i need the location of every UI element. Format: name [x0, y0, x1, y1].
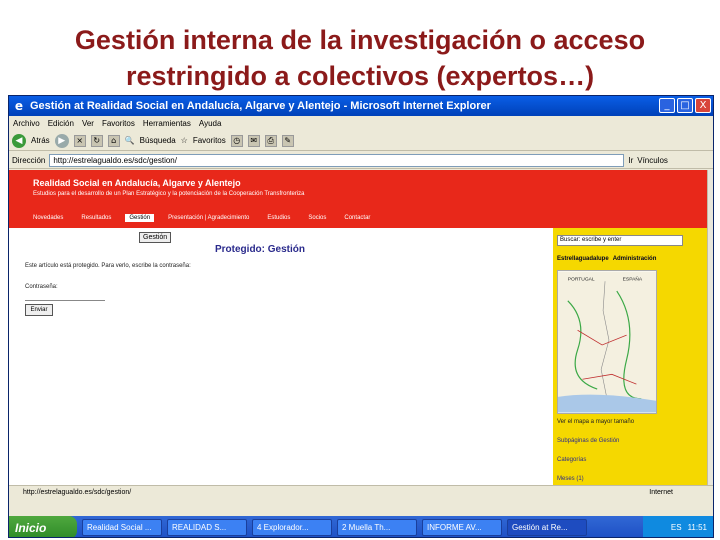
minimize-button[interactable]: _ [659, 98, 675, 113]
slide-title-line1: Gestión interna de la investigación o ac… [74, 25, 646, 55]
address-bar: Dirección http://estrelagualdo.es/sdc/ge… [9, 152, 713, 169]
browser-window: e Gestión at Realidad Social en Andalucí… [8, 95, 714, 538]
search-icon[interactable]: 🔍 [125, 136, 135, 145]
menu-item-ayuda[interactable]: Ayuda [199, 119, 222, 128]
sidebar-heading-meses: Meses (1) [557, 476, 584, 482]
taskbar: Inicio Realidad Social ... REALIDAD S...… [9, 516, 713, 537]
nav-item-socios[interactable]: Socios [304, 214, 330, 222]
status-bar: http://estrelagualdo.es/sdc/gestion/ Int… [9, 485, 713, 499]
page-viewport: Realidad Social en Andalucía, Algarve y … [9, 170, 707, 485]
menu-bar: Archivo Edición Ver Favoritos Herramient… [9, 116, 713, 131]
sidebar-search-input[interactable]: Buscar: escribe y enter [557, 235, 683, 246]
map-label-portugal: PORTUGAL [568, 276, 595, 282]
map-label-espana: ESPAÑA [623, 275, 643, 282]
maximize-button[interactable]: □ [677, 98, 693, 113]
password-input[interactable] [25, 293, 105, 301]
vertical-scrollbar[interactable] [707, 170, 713, 485]
menu-item-favoritos[interactable]: Favoritos [102, 119, 135, 128]
language-indicator[interactable]: ES [671, 523, 682, 532]
address-input[interactable]: http://estrelagualdo.es/sdc/gestion/ [49, 153, 625, 167]
task-button-5[interactable]: INFORME AV... [422, 519, 502, 536]
menu-item-ver[interactable]: Ver [82, 119, 94, 128]
clock[interactable]: 11:51 [688, 523, 707, 532]
back-button-label[interactable]: Atrás [31, 136, 50, 145]
status-url: http://estrelagualdo.es/sdc/gestion/ [23, 489, 132, 496]
stop-icon[interactable]: × [73, 134, 86, 147]
task-button-4[interactable]: 2 Muella Th... [337, 519, 417, 536]
sidebar-heading-subpaginas: Subpáginas de Gestión [557, 438, 620, 444]
window-title: Gestión at Realidad Social en Andalucía,… [30, 100, 491, 112]
task-button-3[interactable]: 4 Explorador... [252, 519, 332, 536]
site-subtitle: Estudios para el desarrollo de un Plan E… [33, 191, 305, 197]
links-label[interactable]: Vínculos [637, 156, 668, 165]
site-banner: Realidad Social en Andalucía, Algarve y … [9, 170, 707, 228]
sidebar-link-admin[interactable]: Administración [613, 256, 657, 262]
site-title[interactable]: Realidad Social en Andalucía, Algarve y … [33, 178, 241, 188]
system-tray: ES 11:51 [643, 516, 713, 537]
password-label: Contraseña: [25, 284, 58, 290]
sidebar: Buscar: escribe y enter Estrellaguadalup… [553, 228, 707, 485]
slide-title-line2: restringido a colectivos (expertos…) [125, 61, 595, 91]
slide-title: Gestión interna de la investigación o ac… [0, 22, 720, 94]
edit-icon[interactable]: ✎ [281, 134, 294, 147]
browser-toolbar: ◀ Atrás ▶ × ↻ ⌂ 🔍 Búsqueda ☆ Favoritos ◷… [9, 131, 713, 151]
status-zone: Internet [649, 489, 673, 496]
favorites-star-icon[interactable]: ☆ [181, 136, 188, 145]
protected-message: Este artículo está protegido. Para verlo… [25, 263, 191, 269]
nav-item-presentacion[interactable]: Presentación | Agradecimiento [164, 214, 253, 222]
menu-item-archivo[interactable]: Archivo [13, 119, 40, 128]
close-button[interactable]: X [695, 98, 711, 113]
nav-item-estudios[interactable]: Estudios [263, 214, 294, 222]
go-button[interactable]: Ir [628, 156, 633, 165]
sidebar-links: Estrellaguadalupe Administración [557, 256, 656, 262]
submit-button[interactable]: Enviar [25, 304, 53, 316]
task-button-1[interactable]: Realidad Social ... [82, 519, 162, 536]
task-button-6[interactable]: Gestión at Re... [507, 519, 587, 536]
search-button-label[interactable]: Búsqueda [140, 136, 176, 145]
forward-arrow-icon[interactable]: ▶ [54, 133, 69, 148]
sidebar-link-estrella[interactable]: Estrellaguadalupe [557, 256, 609, 262]
print-icon[interactable]: ⎙ [264, 134, 277, 147]
history-icon[interactable]: ◷ [230, 134, 243, 147]
map-caption-link[interactable]: Ver el mapa a mayor tamaño [557, 419, 634, 425]
window-controls: _ □ X [659, 98, 711, 113]
nav-item-gestion[interactable]: Gestión [125, 213, 155, 222]
nav-item-resultados[interactable]: Resultados [77, 214, 115, 222]
menu-item-herramientas[interactable]: Herramientas [143, 119, 191, 128]
sidebar-heading-categorias: Categorías [557, 457, 587, 463]
ie-logo-icon: e [14, 99, 24, 113]
nav-item-novedades[interactable]: Novedades [29, 214, 67, 222]
gestion-button[interactable]: Gestión [139, 232, 172, 243]
favorites-button-label[interactable]: Favoritos [193, 136, 226, 145]
window-titlebar[interactable]: e Gestión at Realidad Social en Andalucí… [9, 96, 713, 116]
task-button-2[interactable]: REALIDAD S... [167, 519, 247, 536]
page-heading: Protegido: Gestión [215, 244, 305, 255]
mail-icon[interactable]: ✉ [247, 134, 260, 147]
home-icon[interactable]: ⌂ [107, 134, 120, 147]
site-nav: Novedades Resultados Gestión Presentació… [29, 211, 374, 224]
region-map[interactable]: PORTUGAL ESPAÑA [557, 270, 657, 414]
start-button[interactable]: Inicio [9, 516, 77, 537]
refresh-icon[interactable]: ↻ [90, 134, 103, 147]
nav-item-contactar[interactable]: Contactar [340, 214, 374, 222]
address-label: Dirección [12, 155, 46, 165]
menu-item-edicion[interactable]: Edición [48, 119, 74, 128]
back-arrow-icon[interactable]: ◀ [12, 133, 26, 148]
